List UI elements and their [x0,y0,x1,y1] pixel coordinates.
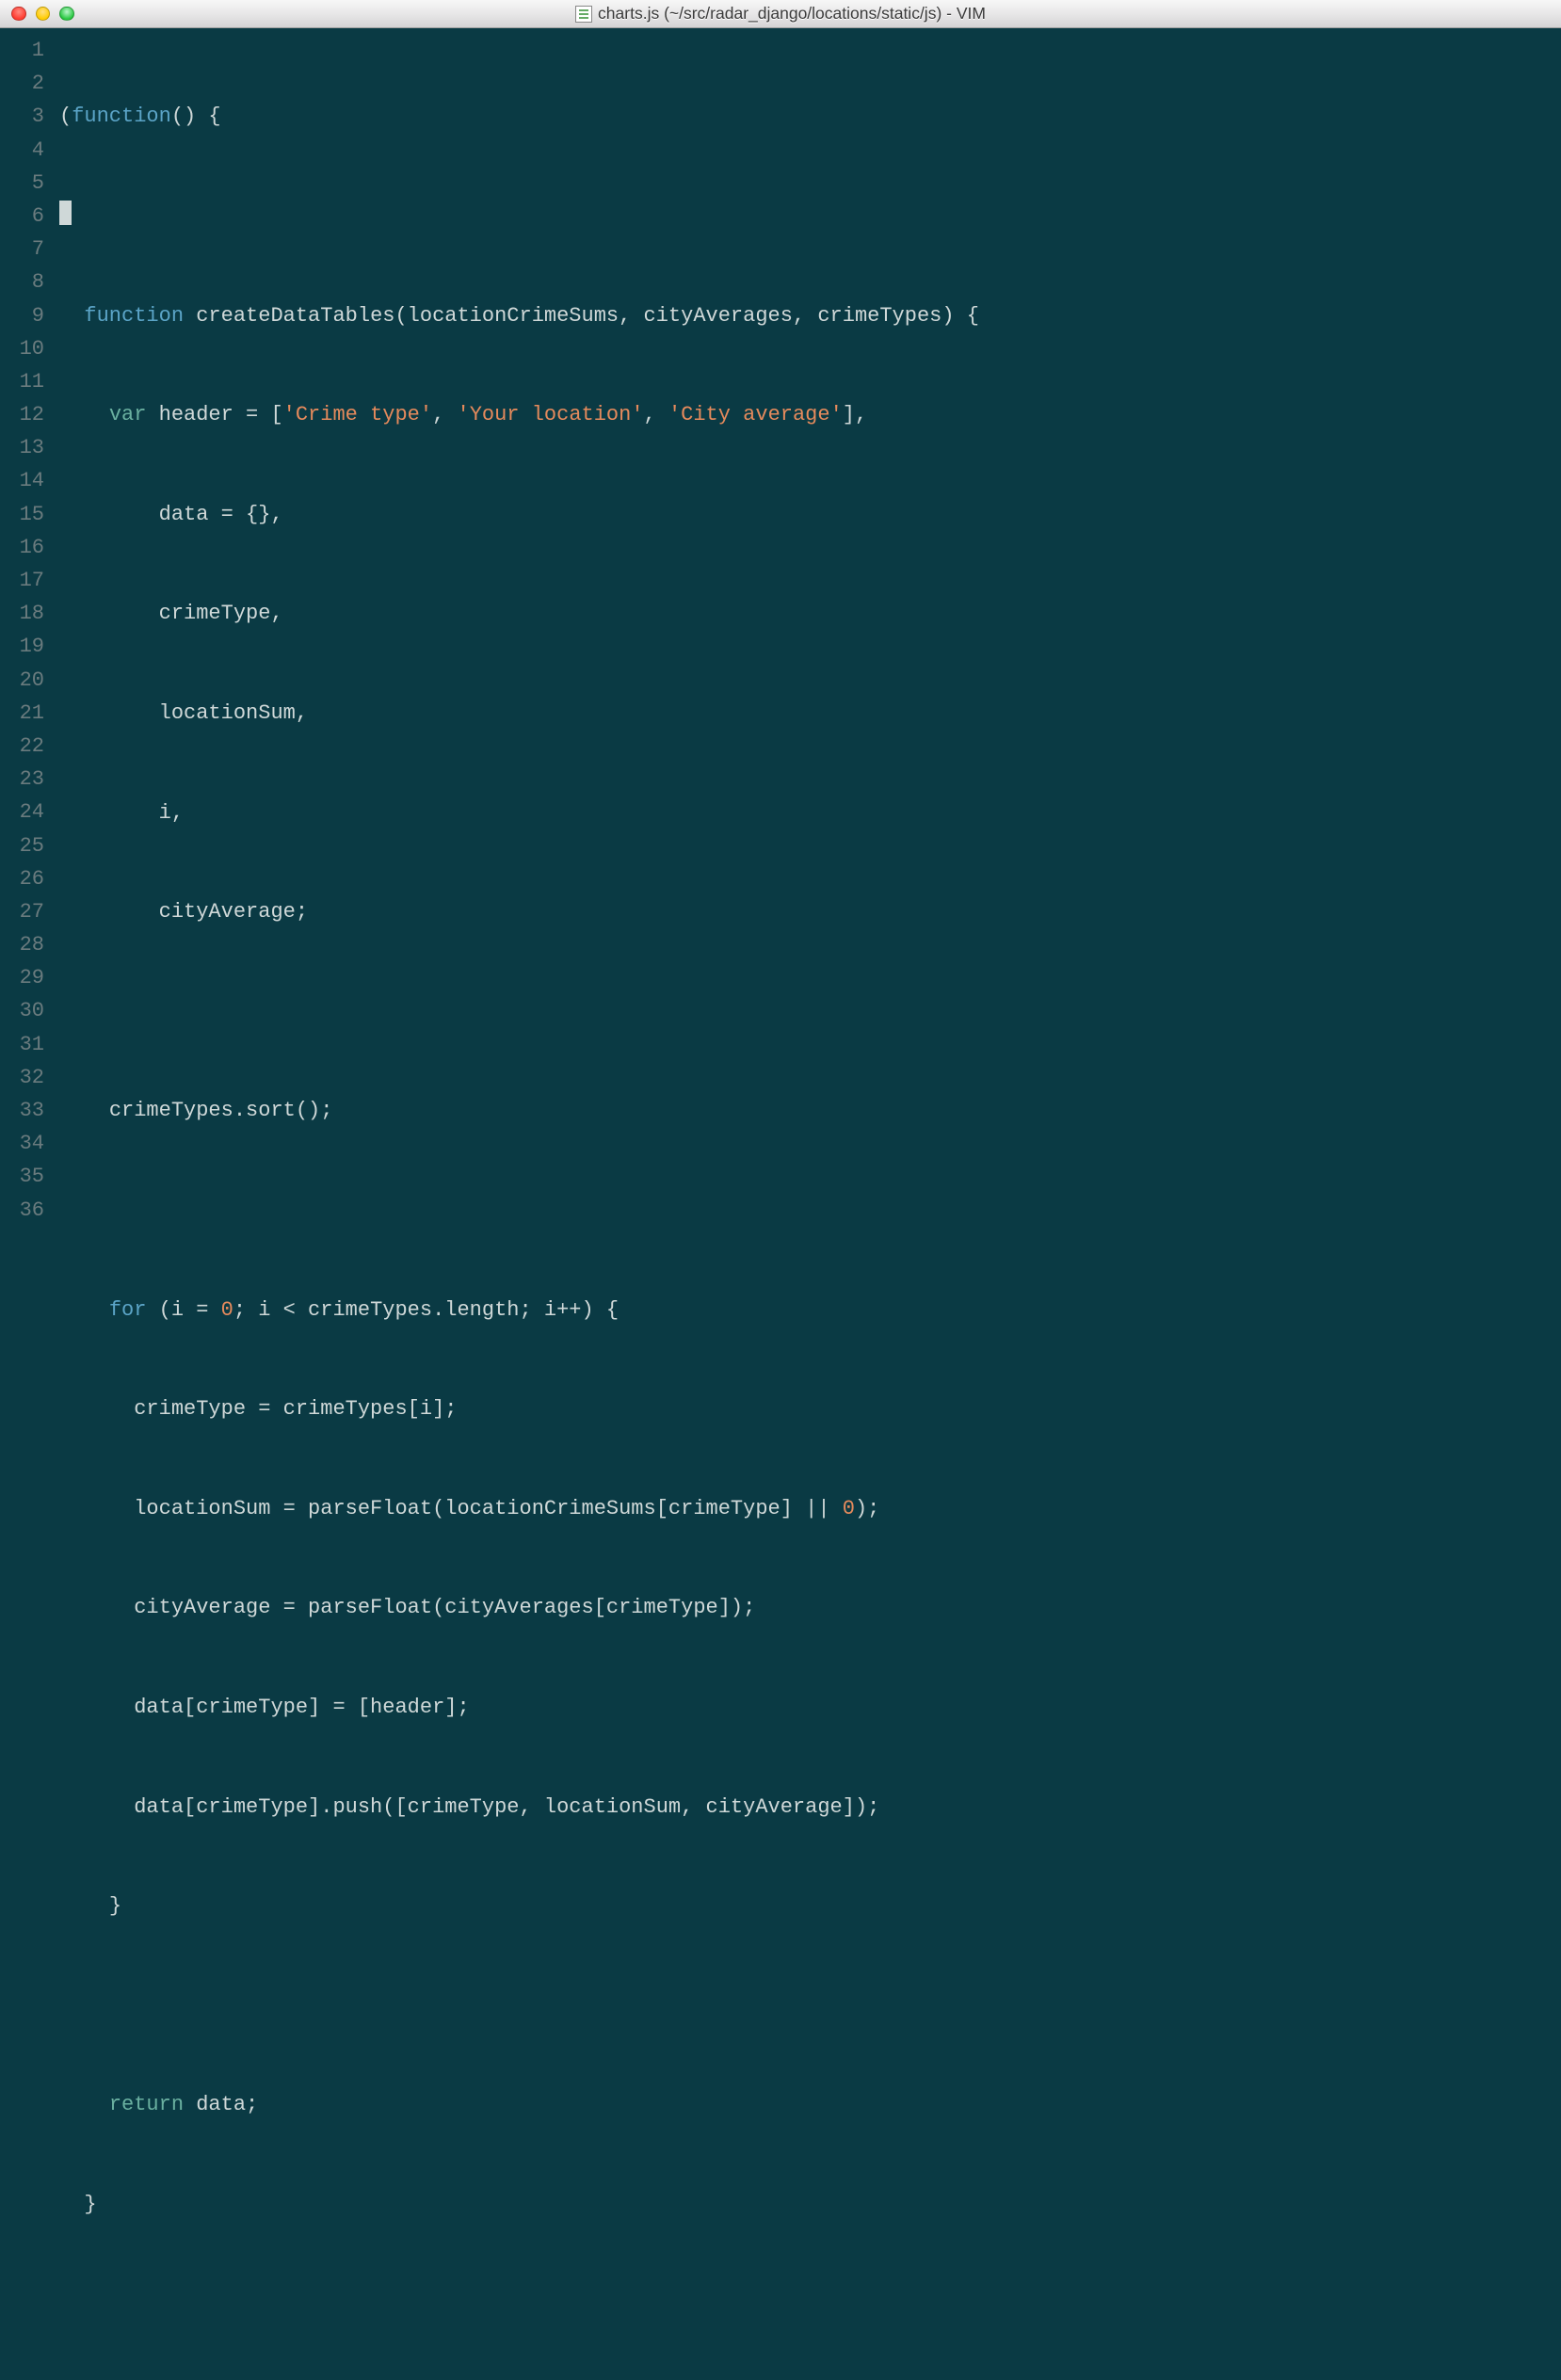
code-line: for (i = 0; i < crimeTypes.length; i++) … [59,1294,1561,1327]
code-line: crimeTypes.sort(); [59,1094,1561,1127]
line-number: 22 [0,730,54,763]
editor-area[interactable]: 1234567891011121314151617181920212223242… [0,28,1561,1190]
code-line: } [59,2188,1561,2221]
line-number: 9 [0,299,54,332]
line-number: 21 [0,697,54,730]
line-number: 33 [0,1094,54,1127]
window-titlebar: charts.js (~/src/radar_django/locations/… [0,0,1561,28]
line-number: 25 [0,829,54,862]
code-line: crimeType, [59,597,1561,630]
line-number: 1 [0,34,54,67]
line-number: 15 [0,498,54,531]
line-number: 35 [0,1160,54,1193]
code-line [59,200,1561,233]
line-number: 28 [0,928,54,961]
line-number: 29 [0,961,54,994]
line-number: 7 [0,233,54,265]
code-line: var header = ['Crime type', 'Your locati… [59,398,1561,431]
line-number: 10 [0,332,54,365]
line-number: 27 [0,895,54,928]
code-line: (function() { [59,100,1561,133]
line-number: 20 [0,664,54,697]
code-line [59,1989,1561,2022]
code-line: data = {}, [59,498,1561,531]
code-line: data[crimeType] = [header]; [59,1691,1561,1724]
window-title: charts.js (~/src/radar_django/locations/… [598,4,986,24]
line-number: 2 [0,67,54,100]
code-line [59,1194,1561,1227]
code-line: } [59,1890,1561,1922]
line-number: 16 [0,531,54,564]
line-number: 31 [0,1028,54,1061]
code-line: locationSum, [59,697,1561,730]
line-number: 3 [0,100,54,133]
line-number: 30 [0,994,54,1027]
minimize-window-button[interactable] [36,7,51,22]
code-line: i, [59,796,1561,829]
traffic-lights [0,7,74,22]
code-line: cityAverage = parseFloat(cityAverages[cr… [59,1591,1561,1624]
code-line: data[crimeType].push([crimeType, locatio… [59,1791,1561,1824]
line-number: 19 [0,630,54,663]
line-number: 14 [0,464,54,497]
line-number: 12 [0,398,54,431]
zoom-window-button[interactable] [59,7,74,22]
code-line: cityAverage; [59,895,1561,928]
line-number: 17 [0,564,54,597]
line-number: 26 [0,862,54,895]
code-content[interactable]: (function() { function createDataTables(… [54,28,1561,1190]
code-line [59,2287,1561,2320]
line-number: 8 [0,265,54,298]
code-line [59,995,1561,1028]
code-line: locationSum = parseFloat(locationCrimeSu… [59,1492,1561,1525]
window-title-wrap: charts.js (~/src/radar_django/locations/… [0,0,1561,27]
line-number: 36 [0,1194,54,1227]
cursor [59,201,72,225]
line-number: 18 [0,597,54,630]
close-window-button[interactable] [11,7,26,22]
line-number: 34 [0,1127,54,1160]
line-number: 24 [0,796,54,828]
line-number: 23 [0,763,54,796]
document-icon [575,6,592,23]
line-number: 13 [0,431,54,464]
line-number: 6 [0,200,54,233]
line-number-gutter: 1234567891011121314151617181920212223242… [0,28,54,1190]
line-number: 32 [0,1061,54,1094]
code-line: return data; [59,2088,1561,2121]
line-number: 11 [0,365,54,398]
code-line: function createDataTables(locationCrimeS… [59,299,1561,332]
line-number: 4 [0,134,54,167]
line-number: 5 [0,167,54,200]
code-line: crimeType = crimeTypes[i]; [59,1392,1561,1425]
